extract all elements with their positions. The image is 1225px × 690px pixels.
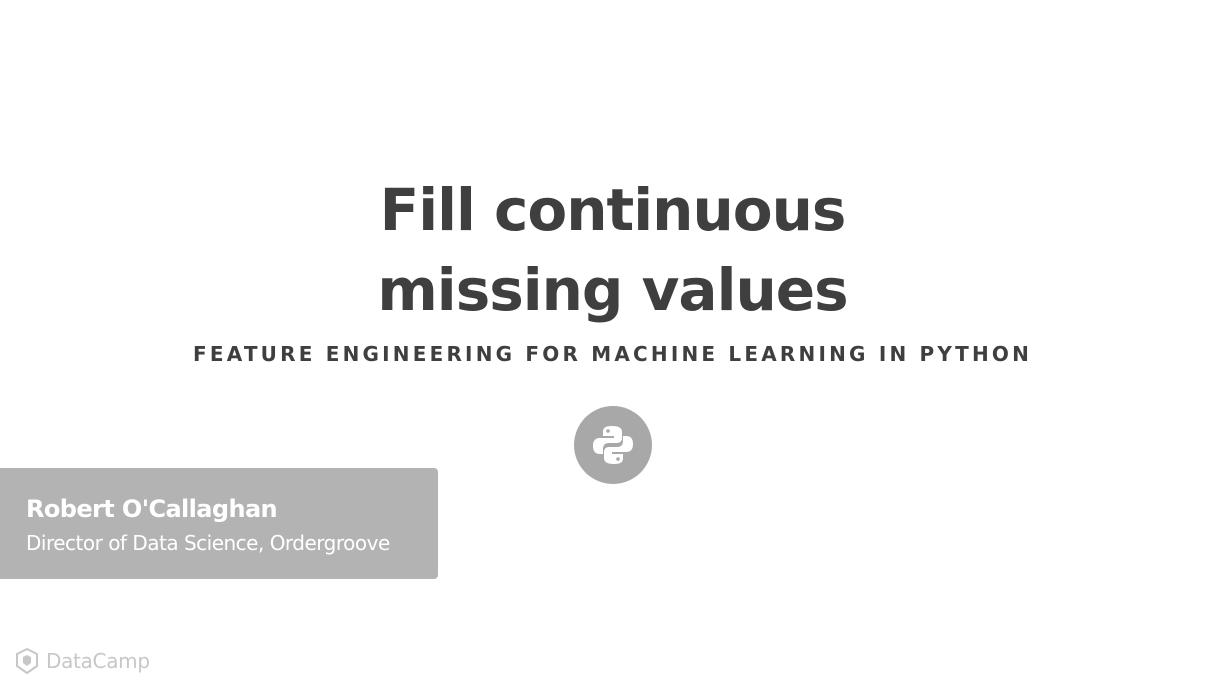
slide-title-line-1: Fill continuous [379, 176, 847, 244]
datacamp-brand: DataCamp [14, 646, 150, 676]
python-logo-badge [574, 406, 652, 484]
author-name: Robert O'Callaghan [26, 495, 278, 523]
datacamp-icon [16, 648, 38, 674]
course-name: FEATURE ENGINEERING FOR MACHINE LEARNING… [192, 342, 1033, 366]
author-card: Robert O'Callaghan Director of Data Scie… [0, 468, 438, 579]
slide-title-line-2: missing values [377, 256, 848, 324]
author-role: Director of Data Science, Ordergroove [26, 531, 390, 555]
slide-title: Fill continuous missing values [0, 170, 1225, 330]
python-icon [593, 426, 633, 464]
brand-name: DataCamp [46, 649, 150, 673]
